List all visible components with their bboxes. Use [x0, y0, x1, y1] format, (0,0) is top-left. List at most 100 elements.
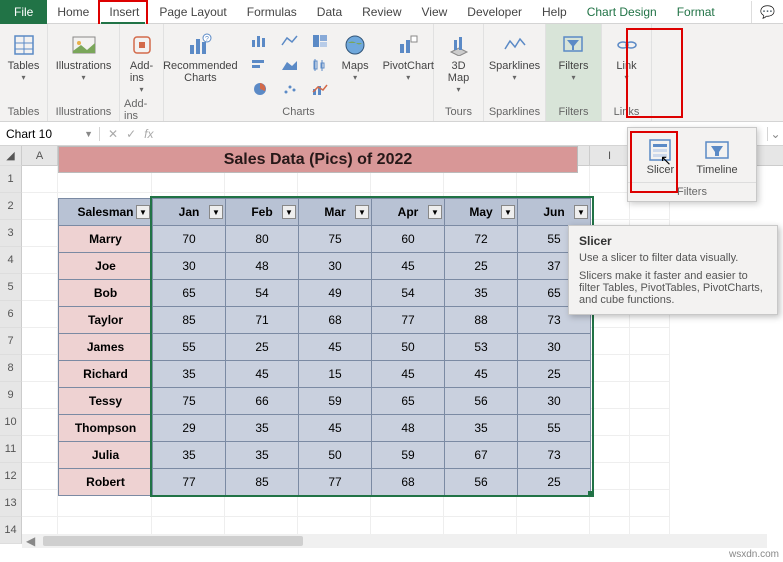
grid-cell[interactable]	[590, 193, 630, 220]
filter-dropdown-icon[interactable]: ▼	[501, 205, 515, 219]
tab-review[interactable]: Review	[352, 0, 411, 24]
grid-cell[interactable]	[22, 274, 58, 301]
grid-cell[interactable]	[590, 328, 630, 355]
grid-cell[interactable]	[22, 409, 58, 436]
tab-page-layout[interactable]: Page Layout	[149, 0, 236, 24]
grid-cell[interactable]	[590, 382, 630, 409]
pie-treemap-icon[interactable]	[306, 30, 334, 52]
grid-cell[interactable]	[630, 463, 670, 490]
data-cell[interactable]: 60	[372, 226, 445, 253]
row-header[interactable]: 14	[0, 517, 22, 544]
data-cell[interactable]: 45	[372, 361, 445, 388]
data-cell[interactable]: 35	[226, 442, 299, 469]
addins-button[interactable]: Add- ins	[123, 30, 161, 96]
data-cell[interactable]: 77	[153, 469, 226, 496]
pie-chart-icon[interactable]	[246, 78, 274, 100]
filter-dropdown-icon[interactable]: ▼	[574, 205, 588, 219]
data-cell[interactable]: 15	[299, 361, 372, 388]
data-cell[interactable]: 45	[372, 253, 445, 280]
grid-cell[interactable]	[590, 436, 630, 463]
name-box[interactable]: Chart 10 ▼	[0, 127, 100, 141]
data-cell[interactable]: 70	[153, 226, 226, 253]
tab-help[interactable]: Help	[532, 0, 577, 24]
grid-cell[interactable]	[590, 463, 630, 490]
col-header-A[interactable]: A	[22, 146, 58, 165]
hbar-chart-icon[interactable]	[246, 54, 274, 76]
row-header[interactable]: 1	[0, 166, 22, 193]
data-cell[interactable]: 59	[372, 442, 445, 469]
tab-chart-design[interactable]: Chart Design	[577, 0, 667, 24]
tab-formulas[interactable]: Formulas	[237, 0, 307, 24]
data-cell[interactable]: 54	[226, 280, 299, 307]
data-cell[interactable]: 53	[445, 334, 518, 361]
scatter-chart-icon[interactable]	[276, 78, 304, 100]
fx-icon[interactable]: fx	[144, 127, 153, 141]
salesman-cell[interactable]: Taylor	[59, 307, 153, 334]
data-cell[interactable]: 88	[445, 307, 518, 334]
tab-developer[interactable]: Developer	[457, 0, 532, 24]
tab-format[interactable]: Format	[667, 0, 725, 24]
grid-cell[interactable]	[22, 220, 58, 247]
salesman-cell[interactable]: James	[59, 334, 153, 361]
grid-cell[interactable]	[22, 436, 58, 463]
data-cell[interactable]: 25	[518, 361, 591, 388]
data-cell[interactable]: 80	[226, 226, 299, 253]
filter-dropdown-icon[interactable]: ▼	[355, 205, 369, 219]
selection-handle[interactable]	[588, 491, 594, 497]
data-cell[interactable]: 48	[226, 253, 299, 280]
3dmap-button[interactable]: 3D Map	[440, 30, 478, 96]
grid-cell[interactable]	[630, 490, 670, 517]
grid-cell[interactable]	[630, 382, 670, 409]
data-cell[interactable]: 30	[299, 253, 372, 280]
table-header[interactable]: Apr▼	[372, 199, 445, 226]
data-cell[interactable]: 68	[372, 469, 445, 496]
grid-cell[interactable]	[22, 382, 58, 409]
filters-button[interactable]: Filters	[553, 30, 595, 84]
data-cell[interactable]: 49	[299, 280, 372, 307]
data-cell[interactable]: 55	[153, 334, 226, 361]
grid-cell[interactable]	[22, 247, 58, 274]
grid-cell[interactable]	[590, 166, 630, 193]
grid-cell[interactable]	[630, 355, 670, 382]
data-cell[interactable]: 77	[299, 469, 372, 496]
data-cell[interactable]: 35	[153, 442, 226, 469]
salesman-cell[interactable]: Marry	[59, 226, 153, 253]
table-header[interactable]: Jun▼	[518, 199, 591, 226]
comments-icon[interactable]: 💬	[751, 1, 783, 23]
grid-cell[interactable]	[22, 463, 58, 490]
grid-cell[interactable]	[22, 328, 58, 355]
row-header[interactable]: 12	[0, 463, 22, 490]
table-header[interactable]: Feb▼	[226, 199, 299, 226]
grid-cell[interactable]	[22, 355, 58, 382]
horizontal-scrollbar[interactable]: ◀	[22, 534, 767, 548]
salesman-cell[interactable]: Julia	[59, 442, 153, 469]
data-cell[interactable]: 25	[518, 469, 591, 496]
row-header[interactable]: 10	[0, 409, 22, 436]
filter-dropdown-icon[interactable]: ▼	[282, 205, 296, 219]
tab-data[interactable]: Data	[307, 0, 352, 24]
row-header[interactable]: 11	[0, 436, 22, 463]
scroll-left-icon[interactable]: ◀	[22, 534, 39, 548]
data-cell[interactable]: 65	[372, 388, 445, 415]
data-cell[interactable]: 50	[372, 334, 445, 361]
data-cell[interactable]: 71	[226, 307, 299, 334]
bar-chart-icon[interactable]	[246, 30, 274, 52]
data-cell[interactable]: 45	[445, 361, 518, 388]
col-header-I[interactable]: I	[590, 146, 630, 165]
data-cell[interactable]: 56	[445, 388, 518, 415]
enter-fx-icon[interactable]: ✓	[126, 127, 136, 141]
grid-cell[interactable]	[630, 328, 670, 355]
data-cell[interactable]: 25	[445, 253, 518, 280]
filter-dropdown-icon[interactable]: ▼	[428, 205, 442, 219]
salesman-cell[interactable]: Richard	[59, 361, 153, 388]
file-tab[interactable]: File	[0, 0, 47, 24]
line-chart-icon[interactable]	[276, 30, 304, 52]
data-cell[interactable]: 35	[445, 280, 518, 307]
scrollbar-thumb[interactable]	[43, 536, 303, 546]
data-cell[interactable]: 45	[299, 334, 372, 361]
table-header[interactable]: May▼	[445, 199, 518, 226]
formula-expand-icon[interactable]: ⌄	[767, 127, 783, 141]
data-cell[interactable]: 25	[226, 334, 299, 361]
data-cell[interactable]: 35	[445, 415, 518, 442]
data-cell[interactable]: 29	[153, 415, 226, 442]
